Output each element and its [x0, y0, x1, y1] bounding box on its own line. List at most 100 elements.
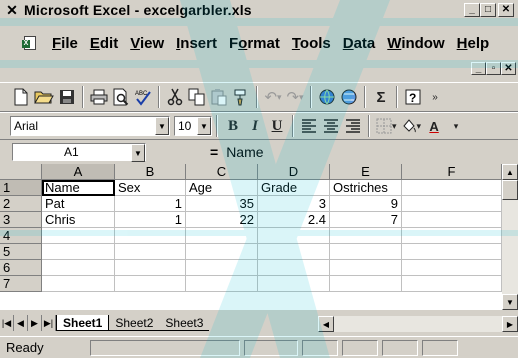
grid-cell[interactable]: Ostriches [330, 180, 402, 196]
scroll-right-icon[interactable]: ▶ [502, 316, 518, 332]
doc-minimize-button[interactable]: _ [471, 62, 486, 75]
undo-icon[interactable]: ↶ ▾ [262, 85, 284, 109]
more-buttons-icon[interactable]: » [424, 85, 446, 109]
grid-cell[interactable] [258, 276, 330, 292]
grid-cell[interactable]: Pat [42, 196, 115, 212]
chevron-down-icon[interactable]: ▼ [197, 117, 211, 135]
grid-cell[interactable]: 22 [186, 212, 258, 228]
grid-cell[interactable] [402, 196, 502, 212]
grid-cell[interactable]: Chris [42, 212, 115, 228]
row-header[interactable]: 7 [0, 276, 42, 292]
grid-cell[interactable]: 1 [115, 196, 186, 212]
maximize-button[interactable]: □ [480, 3, 496, 17]
grid-cell[interactable] [258, 244, 330, 260]
chevron-down-icon[interactable]: ▼ [155, 117, 169, 135]
grid-cell[interactable] [402, 244, 502, 260]
grid-cell[interactable] [42, 276, 115, 292]
fill-color-icon[interactable]: ▾ [399, 114, 424, 138]
copy-icon[interactable] [186, 85, 208, 109]
grid-cell[interactable] [402, 228, 502, 244]
borders-icon[interactable]: ▾ [374, 114, 399, 138]
grid-cell[interactable] [402, 180, 502, 196]
select-all-corner[interactable] [0, 164, 42, 180]
doc-close-button[interactable]: ✕ [501, 62, 516, 75]
bold-button[interactable]: B [222, 114, 244, 138]
menu-help[interactable]: Help [451, 35, 496, 52]
print-preview-icon[interactable] [110, 85, 132, 109]
column-header[interactable]: D [258, 164, 330, 180]
grid-cell[interactable]: 2.4 [258, 212, 330, 228]
grid-cell[interactable] [402, 260, 502, 276]
grid-cell[interactable]: 3 [258, 196, 330, 212]
menu-format[interactable]: Format [223, 35, 286, 52]
grid-cell[interactable] [330, 228, 402, 244]
align-left-icon[interactable] [298, 114, 320, 138]
grid-cell[interactable]: 1 [115, 212, 186, 228]
font-size-select[interactable]: 10 ▼ [174, 116, 212, 136]
column-header[interactable]: B [115, 164, 186, 180]
tab-sheet2[interactable]: Sheet2 [109, 315, 160, 331]
menu-edit[interactable]: Edit [84, 35, 124, 52]
grid-cell[interactable] [258, 228, 330, 244]
grid-cell[interactable]: Age [186, 180, 258, 196]
underline-button[interactable]: U [266, 114, 288, 138]
grid-cell[interactable] [330, 276, 402, 292]
column-header[interactable]: E [330, 164, 402, 180]
insert-hyperlink-icon[interactable] [316, 85, 338, 109]
row-header[interactable]: 2 [0, 196, 42, 212]
grid-cell[interactable] [258, 260, 330, 276]
italic-button[interactable]: I [244, 114, 266, 138]
menu-data[interactable]: Data [337, 35, 382, 52]
vertical-scrollbar[interactable]: ▲ ▼ [502, 164, 518, 310]
more-buttons-icon[interactable]: ▾ [445, 114, 467, 138]
doc-restore-button[interactable]: ▫ [486, 62, 501, 75]
menu-insert[interactable]: Insert [170, 35, 223, 52]
grid-cell[interactable] [115, 228, 186, 244]
grid-cell[interactable] [330, 244, 402, 260]
column-header[interactable]: C [186, 164, 258, 180]
font-color-icon[interactable]: A [423, 114, 445, 138]
scroll-down-icon[interactable]: ▼ [502, 294, 518, 310]
first-sheet-icon[interactable]: |◀ [0, 315, 14, 331]
formula-equals-sign[interactable]: = [210, 144, 218, 160]
tab-sheet3[interactable]: Sheet3 [159, 315, 210, 331]
scroll-thumb[interactable] [502, 180, 518, 200]
column-header[interactable]: A [42, 164, 115, 180]
grid-cell[interactable] [330, 260, 402, 276]
grid-cell[interactable] [42, 244, 115, 260]
last-sheet-icon[interactable]: ▶| [42, 315, 56, 331]
align-center-icon[interactable] [320, 114, 342, 138]
web-toolbar-icon[interactable] [338, 85, 360, 109]
row-header[interactable]: 5 [0, 244, 42, 260]
row-header[interactable]: 1 [0, 180, 42, 196]
close-button[interactable]: ✕ [498, 3, 514, 17]
spreadsheet-grid[interactable]: A B C D E F 1 Name Sex Age Grade Ostriches 2 Pat 1 35 3 9… [0, 164, 502, 310]
row-header[interactable]: 4 [0, 228, 42, 244]
spelling-icon[interactable]: ABC [132, 85, 154, 109]
grid-cell[interactable] [402, 212, 502, 228]
row-header[interactable]: 6 [0, 260, 42, 276]
excel-x-icon[interactable]: ✕ [4, 2, 20, 18]
prev-sheet-icon[interactable]: ◀ [14, 315, 28, 331]
format-painter-icon[interactable] [230, 85, 252, 109]
paste-icon[interactable] [208, 85, 230, 109]
grid-cell[interactable]: 9 [330, 196, 402, 212]
menu-file[interactable]: File [46, 35, 84, 52]
grid-cell[interactable] [186, 228, 258, 244]
save-icon[interactable] [56, 85, 78, 109]
grid-cell[interactable] [115, 244, 186, 260]
grid-cell[interactable] [186, 276, 258, 292]
formula-input[interactable]: Name [226, 144, 263, 160]
chevron-down-icon[interactable]: ▼ [131, 144, 145, 162]
tab-sheet1[interactable]: Sheet1 [56, 315, 110, 331]
grid-cell[interactable] [115, 276, 186, 292]
menu-window[interactable]: Window [381, 35, 450, 52]
help-icon[interactable]: ? [402, 85, 424, 109]
horizontal-scrollbar[interactable]: ◀ ▶ [318, 316, 518, 332]
document-icon[interactable]: X [22, 35, 40, 51]
name-box[interactable]: A1 ▼ [12, 143, 146, 162]
grid-cell[interactable] [186, 244, 258, 260]
grid-cell[interactable]: Name [42, 180, 115, 196]
grid-cell[interactable]: 7 [330, 212, 402, 228]
redo-icon[interactable]: ↷ ▾ [284, 85, 306, 109]
